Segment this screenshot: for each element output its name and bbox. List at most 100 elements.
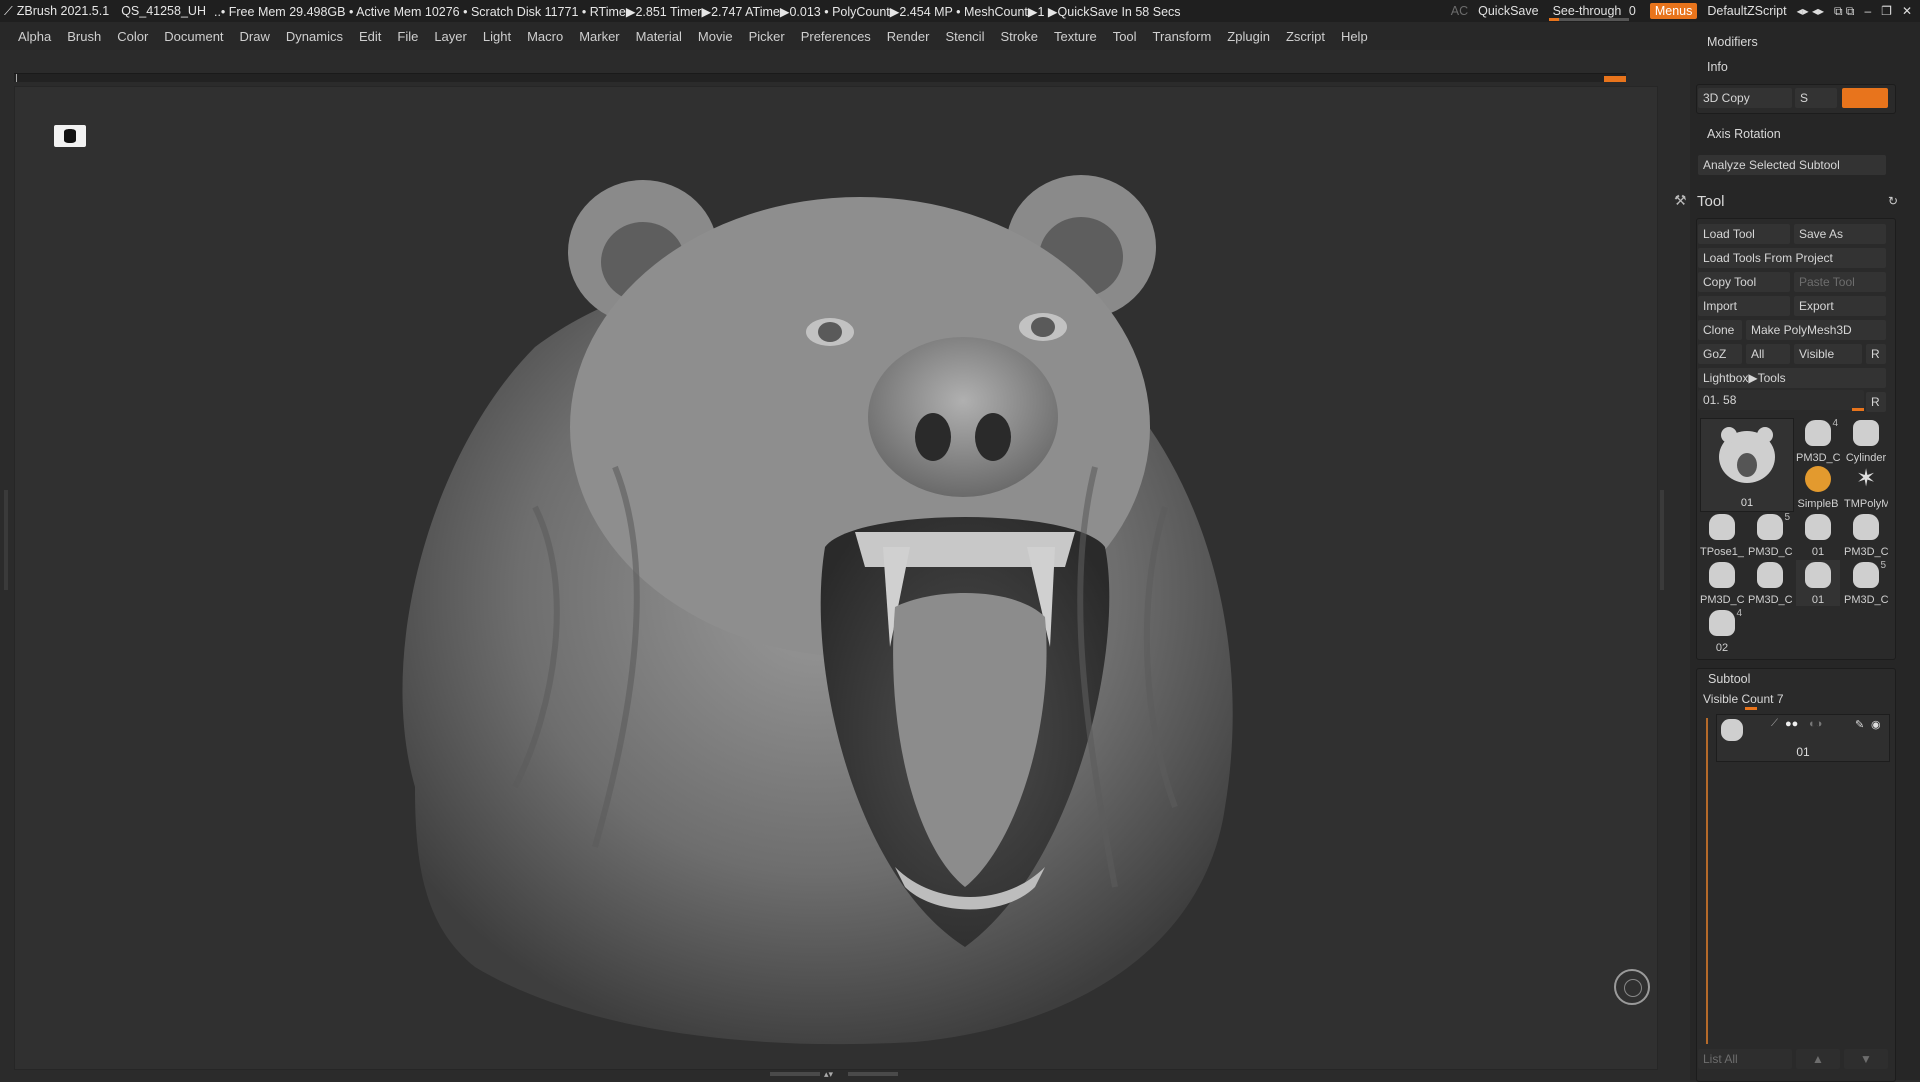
tool-thumb[interactable]: PM3D_C [1748, 560, 1792, 606]
tool-thumb[interactable]: 5 PM3D_C [1748, 512, 1792, 558]
timeline-knob[interactable] [1604, 76, 1626, 82]
tool-thumb[interactable]: SimpleB [1796, 464, 1840, 510]
quicksave-button[interactable]: QuickSave [1478, 4, 1538, 18]
menu-zplugin[interactable]: Zplugin [1219, 29, 1278, 44]
brush-icon[interactable]: ⟋ [1771, 718, 1778, 729]
menu-texture[interactable]: Texture [1046, 29, 1105, 44]
active-tool-thumbnail[interactable]: 01 [1700, 418, 1794, 512]
visible-count-slider[interactable]: Visible Count 7 [1703, 692, 1784, 706]
menu-render[interactable]: Render [879, 29, 938, 44]
save-as-button[interactable]: Save As [1794, 224, 1886, 244]
menu-transform[interactable]: Transform [1145, 29, 1220, 44]
timeline-track[interactable] [14, 73, 1626, 82]
paste-tool-button[interactable]: Paste Tool [1794, 272, 1886, 292]
right-tray-handle[interactable] [1660, 490, 1664, 590]
current-tool-r-button[interactable]: R [1866, 392, 1886, 412]
tool-thumb[interactable]: ✶ TMPolyM [1844, 464, 1888, 511]
menu-preferences[interactable]: Preferences [793, 29, 879, 44]
tool-thumb[interactable]: 4 PM3D_C [1796, 418, 1840, 464]
s-button[interactable]: S [1795, 88, 1837, 108]
3d-copy-slider[interactable] [1842, 88, 1888, 108]
info-header[interactable]: Info [1707, 60, 1728, 74]
bear-sculpt-model[interactable] [15, 87, 1657, 1069]
goz-visible-button[interactable]: Visible [1794, 344, 1862, 364]
restore-icon[interactable]: ❐ [1881, 4, 1892, 18]
menu-macro[interactable]: Macro [519, 29, 571, 44]
tool-thumb[interactable]: 01 [1796, 512, 1840, 558]
menu-layer[interactable]: Layer [426, 29, 475, 44]
load-tool-button[interactable]: Load Tool [1698, 224, 1790, 244]
menu-light[interactable]: Light [475, 29, 519, 44]
visibility-eye-icon[interactable]: ◉ [1871, 718, 1881, 731]
thumb-label: Cylinder [1845, 452, 1887, 464]
layout-arrows-icon[interactable]: ◂▸ ◂▸ [1797, 4, 1824, 18]
menu-document[interactable]: Document [156, 29, 231, 44]
menu-picker[interactable]: Picker [741, 29, 793, 44]
solo-toggle-icon[interactable]: ●● [1785, 718, 1798, 730]
mode-toggle-icon[interactable]: ◐◑ [1809, 718, 1822, 730]
menu-alpha[interactable]: Alpha [10, 29, 59, 44]
menu-zscript[interactable]: Zscript [1278, 29, 1333, 44]
document-canvas[interactable] [14, 86, 1658, 1070]
list-all-button[interactable]: List All [1698, 1049, 1792, 1069]
default-zscript-button[interactable]: DefaultZScript [1707, 4, 1786, 18]
title-bar-controls: AC QuickSave See-through 0 Menus Default… [1450, 0, 1920, 22]
move-down-arrow-icon[interactable]: ▼ [1844, 1049, 1888, 1069]
tool-thumb[interactable]: 5 PM3D_C [1844, 560, 1888, 606]
menu-draw[interactable]: Draw [232, 29, 278, 44]
floor-grid-badge-icon[interactable] [54, 125, 86, 147]
lightbox-tools-button[interactable]: Lightbox▶Tools [1698, 368, 1886, 388]
tool-thumb[interactable]: PM3D_C [1844, 512, 1888, 558]
tool-thumb[interactable]: TPose1_ [1700, 512, 1744, 558]
modifiers-header[interactable]: Modifiers [1707, 35, 1758, 49]
menus-toggle-button[interactable]: Menus [1649, 3, 1698, 19]
menu-help[interactable]: Help [1333, 29, 1376, 44]
goz-button[interactable]: GoZ [1698, 344, 1742, 364]
tool-thumb[interactable]: PM3D_C [1700, 560, 1744, 606]
bottom-tray-handle[interactable]: ▴▾ [770, 1069, 900, 1079]
load-tools-from-project-button[interactable]: Load Tools From Project [1698, 248, 1886, 268]
import-button[interactable]: Import [1698, 296, 1790, 316]
analyze-selected-subtool-button[interactable]: Analyze Selected Subtool [1698, 155, 1886, 175]
navigation-gizmo-icon[interactable] [1614, 969, 1650, 1005]
export-button[interactable]: Export [1794, 296, 1886, 316]
ac-label[interactable]: AC [1451, 4, 1468, 18]
thumb-label: PM3D_C [1748, 594, 1792, 606]
goz-r-button[interactable]: R [1866, 344, 1886, 364]
menu-stencil[interactable]: Stencil [937, 29, 992, 44]
menu-brush[interactable]: Brush [59, 29, 109, 44]
minimize-icon[interactable]: – [1864, 4, 1871, 18]
goz-all-button[interactable]: All [1746, 344, 1790, 364]
current-tool-slider[interactable]: 01. 58 [1698, 390, 1864, 410]
tool-thumb[interactable]: Cylinder [1844, 418, 1888, 464]
seethrough-slider[interactable]: See-through 0 [1548, 4, 1640, 21]
menu-color[interactable]: Color [109, 29, 156, 44]
subtool-scrollbar[interactable] [1706, 718, 1708, 1044]
menu-edit[interactable]: Edit [351, 29, 389, 44]
move-up-arrow-icon[interactable]: ▲ [1796, 1049, 1840, 1069]
subtool-item[interactable]: ⟋ ●● ◐◑ ✎ ◉ 01 [1716, 714, 1890, 762]
visible-count-knob[interactable] [1745, 707, 1757, 710]
close-icon[interactable]: ✕ [1902, 4, 1912, 18]
window-swap-icon[interactable]: ⧉ ⧉ [1834, 4, 1854, 19]
tool-title[interactable]: Tool [1697, 193, 1725, 210]
menu-movie[interactable]: Movie [690, 29, 741, 44]
copy-tool-button[interactable]: Copy Tool [1698, 272, 1790, 292]
menu-material[interactable]: Material [628, 29, 690, 44]
menu-marker[interactable]: Marker [571, 29, 627, 44]
3d-copy-button[interactable]: 3D Copy [1698, 88, 1792, 108]
axis-rotation-header[interactable]: Axis Rotation [1707, 127, 1781, 141]
subtool-header[interactable]: Subtool [1708, 672, 1750, 686]
clone-button[interactable]: Clone [1698, 320, 1742, 340]
tool-thumb[interactable]: 01 [1796, 560, 1840, 606]
make-polymesh3d-button[interactable]: Make PolyMesh3D [1746, 320, 1886, 340]
tool-thumb[interactable]: 4 02 [1700, 608, 1744, 654]
current-tool-slider-knob[interactable] [1852, 408, 1864, 411]
menu-tool[interactable]: Tool [1105, 29, 1145, 44]
menu-stroke[interactable]: Stroke [992, 29, 1046, 44]
polypaint-icon[interactable]: ✎ [1855, 718, 1864, 731]
refresh-icon[interactable]: ↻ [1888, 194, 1898, 208]
menu-dynamics[interactable]: Dynamics [278, 29, 351, 44]
left-tray-handle[interactable] [4, 490, 8, 590]
menu-file[interactable]: File [389, 29, 426, 44]
